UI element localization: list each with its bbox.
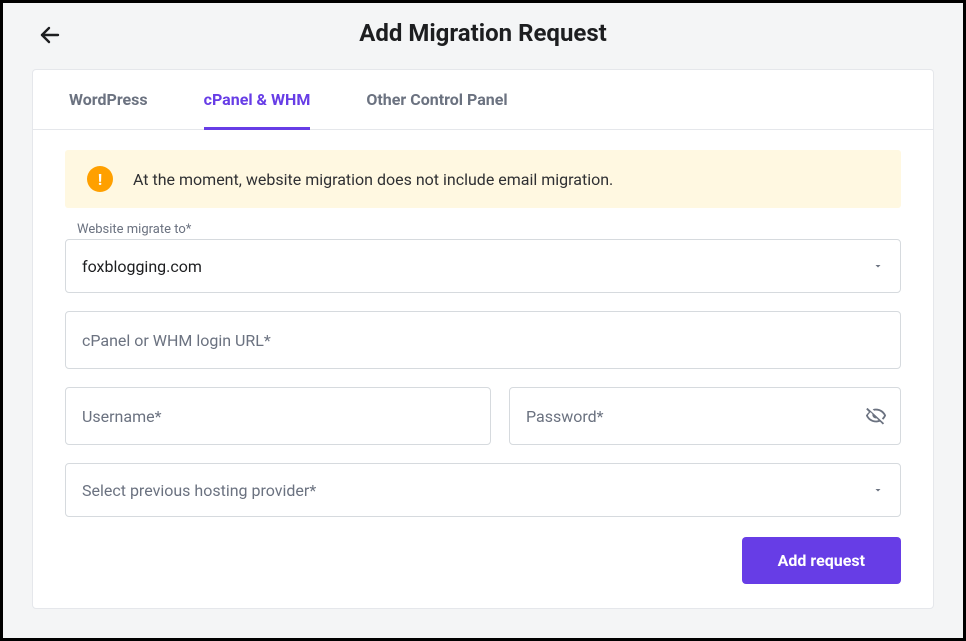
- arrow-left-icon: [38, 23, 62, 47]
- provider-select[interactable]: Select previous hosting provider*: [65, 463, 901, 517]
- password-input[interactable]: [509, 387, 901, 445]
- form-content: ! At the moment, website migration does …: [33, 130, 933, 608]
- add-request-button[interactable]: Add request: [742, 537, 901, 584]
- tab-cpanel-whm[interactable]: cPanel & WHM: [204, 70, 311, 130]
- migrate-to-value: foxblogging.com: [82, 257, 202, 276]
- migrate-to-group: Website migrate to* foxblogging.com: [65, 222, 901, 293]
- migrate-to-select[interactable]: foxblogging.com: [65, 239, 901, 293]
- eye-off-icon: [865, 405, 887, 427]
- chevron-down-icon: [872, 257, 884, 276]
- modal-header: Add Migration Request: [6, 19, 960, 61]
- info-notice: ! At the moment, website migration does …: [65, 150, 901, 208]
- toggle-password-visibility[interactable]: [865, 405, 887, 427]
- page-title: Add Migration Request: [34, 19, 932, 47]
- provider-group: Select previous hosting provider*: [65, 463, 901, 517]
- migrate-to-label: Website migrate to*: [77, 222, 901, 237]
- tabs-bar: WordPress cPanel & WHM Other Control Pan…: [33, 70, 933, 130]
- notice-text: At the moment, website migration does no…: [133, 170, 613, 189]
- password-wrap: [509, 387, 901, 445]
- tab-other-control-panel[interactable]: Other Control Panel: [366, 70, 507, 130]
- warning-icon: !: [87, 166, 113, 192]
- back-button[interactable]: [36, 21, 64, 49]
- provider-placeholder: Select previous hosting provider*: [82, 481, 316, 500]
- tab-wordpress[interactable]: WordPress: [69, 70, 148, 130]
- login-url-input[interactable]: [65, 311, 901, 369]
- modal-frame: Add Migration Request WordPress cPanel &…: [0, 0, 966, 641]
- login-url-group: [65, 311, 901, 369]
- credentials-row: [65, 387, 901, 445]
- chevron-down-icon: [872, 481, 884, 500]
- username-input[interactable]: [65, 387, 491, 445]
- form-card: WordPress cPanel & WHM Other Control Pan…: [32, 69, 934, 609]
- actions-row: Add request: [65, 537, 901, 584]
